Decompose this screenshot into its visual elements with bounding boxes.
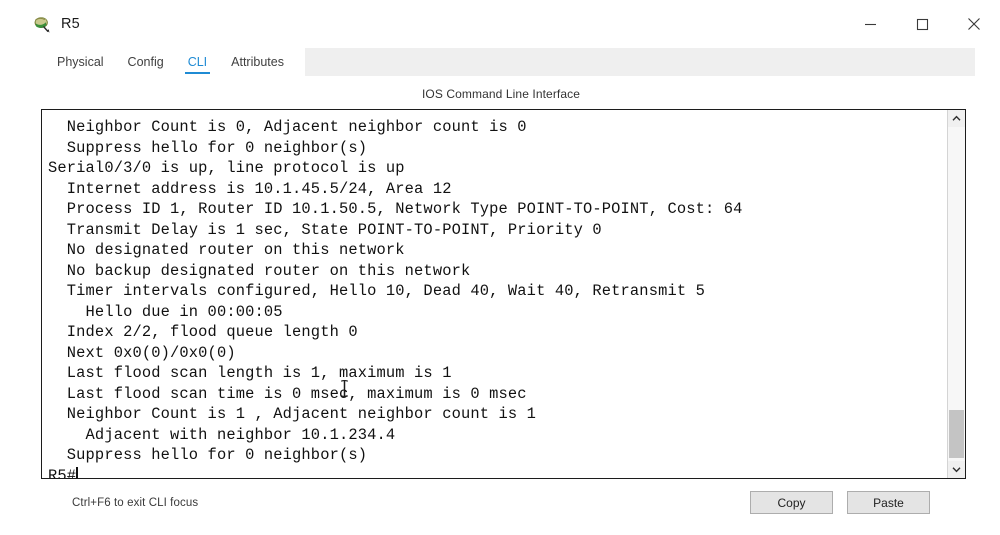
- footer-buttons: Copy Paste: [750, 491, 940, 514]
- footer-row: Ctrl+F6 to exit CLI focus Copy Paste: [31, 479, 975, 526]
- tab-config-label: Config: [127, 55, 164, 69]
- terminal-line: Suppress hello for 0 neighbor(s): [48, 138, 368, 157]
- device-config-window: R5 Physical Config CLI Attributes IOS Co…: [0, 0, 1000, 535]
- title-bar-left: R5: [0, 15, 80, 34]
- window-title: R5: [61, 16, 80, 32]
- terminal-prompt: R5#: [48, 466, 947, 479]
- terminal-line: Next 0x0(0)/0x0(0): [48, 343, 236, 362]
- close-button[interactable]: [948, 0, 1000, 48]
- maximize-button[interactable]: [896, 0, 948, 48]
- terminal-line: Transmit Delay is 1 sec, State POINT-TO-…: [48, 220, 602, 239]
- terminal-line: Internet address is 10.1.45.5/24, Area 1…: [48, 179, 452, 198]
- terminal-line: Last flood scan length is 1, maximum is …: [48, 364, 452, 382]
- window-controls: [844, 0, 1000, 48]
- scrollbar-thumb[interactable]: [949, 410, 964, 458]
- tab-physical-label: Physical: [57, 55, 104, 69]
- router-device-icon: [33, 15, 52, 34]
- terminal-line: Adjacent with neighbor 10.1.234.4: [48, 425, 396, 444]
- terminal-scrollbar[interactable]: [947, 110, 965, 478]
- terminal-frame: Neighbor Count is 0, Adjacent neighbor c…: [41, 109, 966, 479]
- tab-attributes[interactable]: Attributes: [219, 48, 296, 76]
- terminal-line: Serial0/3/0 is up, line protocol is up: [48, 159, 405, 177]
- terminal-line: Suppress hello for 0 neighbor(s): [48, 446, 368, 464]
- terminal-line: No designated router on this network: [48, 241, 405, 259]
- tab-cli-label: CLI: [187, 55, 208, 69]
- copy-button-label: Copy: [777, 495, 806, 510]
- terminal-line: Neighbor Count is 1 , Adjacent neighbor …: [48, 405, 537, 423]
- tab-strip: Physical Config CLI Attributes: [31, 48, 305, 76]
- tab-physical[interactable]: Physical: [45, 48, 116, 76]
- terminal-line: Timer intervals configured, Hello 10, De…: [48, 282, 706, 300]
- tab-config[interactable]: Config: [116, 48, 176, 76]
- terminal-line: Process ID 1, Router ID 10.1.50.5, Netwo…: [48, 200, 743, 218]
- footer-bar: Ctrl+F6 to exit CLI focus Copy Paste: [62, 479, 950, 526]
- terminal-line: Neighbor Count is 0, Adjacent neighbor c…: [48, 118, 527, 136]
- terminal-line: Index 2/2, flood queue length 0: [48, 323, 358, 341]
- terminal-line: No backup designated router on this netw…: [48, 261, 471, 280]
- cli-focus-hint: Ctrl+F6 to exit CLI focus: [72, 496, 199, 509]
- tab-strip-background: Physical Config CLI Attributes: [31, 48, 975, 76]
- paste-button[interactable]: Paste: [847, 491, 930, 514]
- scrollbar-track[interactable]: [948, 127, 965, 461]
- copy-button[interactable]: Copy: [750, 491, 833, 514]
- cli-panel: IOS Command Line Interface Neighbor Coun…: [31, 76, 975, 535]
- paste-button-label: Paste: [873, 495, 904, 510]
- minimize-button[interactable]: [844, 0, 896, 48]
- cli-caption: IOS Command Line Interface: [421, 87, 580, 101]
- terminal-line: Last flood scan time is 0 msec, maximum …: [48, 384, 527, 403]
- terminal-line: Hello due in 00:00:05: [48, 302, 283, 321]
- title-bar: R5: [0, 0, 1000, 48]
- chevron-down-icon[interactable]: [948, 461, 965, 478]
- terminal-prompt-text: R5#: [48, 466, 77, 479]
- terminal-output[interactable]: Neighbor Count is 0, Adjacent neighbor c…: [42, 110, 947, 478]
- text-caret: [76, 466, 78, 478]
- tab-attributes-label: Attributes: [231, 55, 284, 69]
- chevron-up-icon[interactable]: [948, 110, 965, 127]
- tab-cli[interactable]: CLI: [176, 48, 219, 76]
